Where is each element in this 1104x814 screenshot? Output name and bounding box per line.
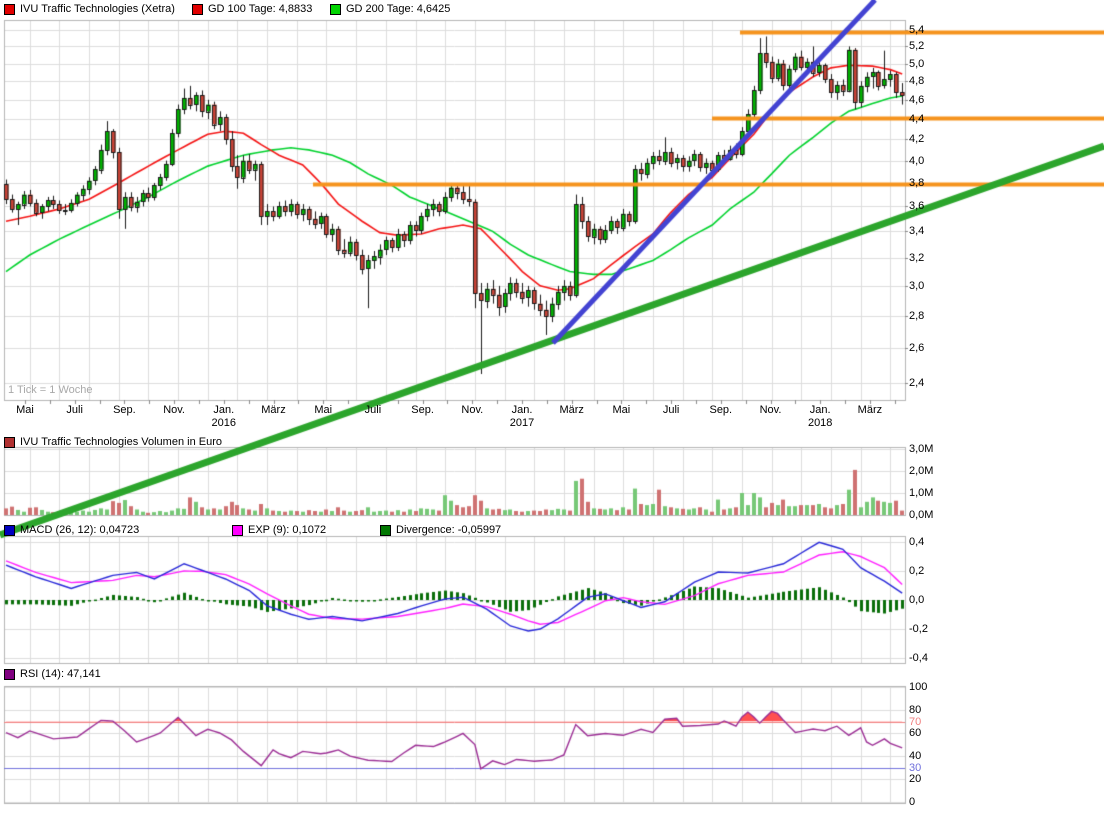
chart-stage: IVU Traffic Technologies (Xetra) GD 100 T… <box>0 0 1104 814</box>
stock-chart-canvas[interactable] <box>0 0 1104 814</box>
